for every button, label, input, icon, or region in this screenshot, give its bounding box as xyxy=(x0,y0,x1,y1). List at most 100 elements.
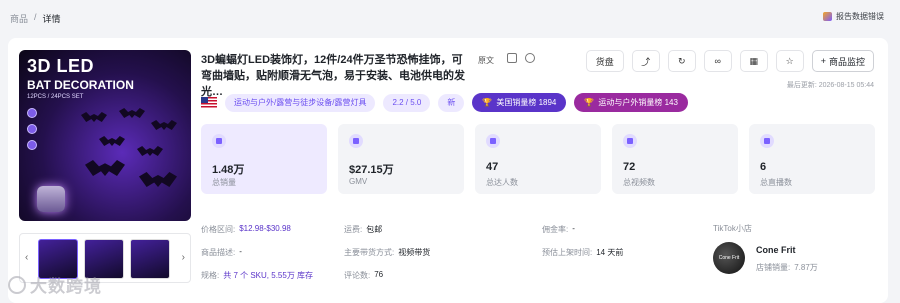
feature-icon xyxy=(27,108,37,118)
bat-shape xyxy=(137,146,163,156)
shop-sales-value: 7.87万 xyxy=(794,263,818,272)
trophy-icon: 🏆 xyxy=(584,98,595,107)
stat-value: 1.48万 xyxy=(212,164,245,176)
price-value: $12.98-$30.98 xyxy=(239,224,291,233)
last-updated: 最后更新: 2026-08-15 05:44 xyxy=(786,82,874,89)
stat-card-gmv[interactable]: $27.15万 GMV xyxy=(338,124,464,194)
listed-label: 预估上架时间: xyxy=(542,248,593,257)
commission-value: - xyxy=(572,224,575,233)
top-bar: 商品 / 详情 报告数据错误 xyxy=(0,0,900,36)
link-icon[interactable]: ∞ xyxy=(703,50,732,72)
thumbnail[interactable] xyxy=(130,239,170,279)
stat-label: GMV xyxy=(349,177,368,186)
hero-caption: 12PCS / 24PCS SET xyxy=(27,94,84,100)
shop-avatar[interactable]: Cone Frit xyxy=(713,242,745,274)
shipping-value: 包邮 xyxy=(366,225,383,234)
spec-label: 规格: xyxy=(201,271,220,280)
stat-value: 72 xyxy=(623,161,636,173)
chevron-left-icon[interactable]: ‹ xyxy=(25,252,28,263)
breadcrumb-current: 详情 xyxy=(42,14,61,24)
video-icon xyxy=(623,134,637,148)
bat-shape xyxy=(151,120,177,130)
report-icon xyxy=(823,12,832,21)
battery-base xyxy=(37,186,65,212)
sales-method-label: 主要带货方式: xyxy=(344,248,395,257)
copy-icon[interactable] xyxy=(507,53,517,63)
info-shipping: 运费: 包邮 xyxy=(344,224,382,235)
us-flag-icon xyxy=(201,97,217,108)
monitor-button[interactable]: + 商品监控 xyxy=(811,50,874,72)
breadcrumb-parent[interactable]: 商品 xyxy=(10,12,28,25)
shop-sales: 店铺销量: 7.87万 xyxy=(756,262,818,273)
new-tag: 新 xyxy=(438,93,465,112)
stat-value: $27.15万 xyxy=(349,164,394,176)
info-price: 价格区间: $12.98-$30.98 xyxy=(201,224,291,235)
stats-row: 1.48万 总销量 $27.15万 GMV 47 总达人数 72 总视频数 6 … xyxy=(201,124,875,194)
product-main-image[interactable]: 3D LED BAT DECORATION 12PCS / 24PCS SET xyxy=(19,50,191,221)
trophy-icon: 🏆 xyxy=(482,98,493,107)
share-icon[interactable]: ⤴ xyxy=(631,50,660,72)
category-tag[interactable]: 运动与户外/露营与徒步设备/露营灯具 xyxy=(225,93,376,112)
description-value: - xyxy=(239,247,242,256)
info-sales-method: 主要带货方式: 视频带货 xyxy=(344,247,430,258)
translate-icon[interactable] xyxy=(525,53,535,63)
rating-tag: 2.2 / 5.0 xyxy=(383,93,431,112)
thumbs-up-icon xyxy=(212,134,226,148)
stat-value: 47 xyxy=(486,161,499,173)
price-label: 价格区间: xyxy=(201,225,236,234)
live-icon xyxy=(760,134,774,148)
star-icon[interactable]: ☆ xyxy=(775,50,804,72)
stat-label: 总视频数 xyxy=(623,178,655,187)
stat-card-sales[interactable]: 1.48万 总销量 xyxy=(201,124,327,194)
us-rank-label: 美国销量榜 1894 xyxy=(496,98,557,107)
info-commission: 佣金率: - xyxy=(542,224,575,235)
feature-icon xyxy=(27,124,37,134)
stat-label: 总达人数 xyxy=(486,178,518,187)
bat-shape xyxy=(81,112,107,122)
hero-subtitle: BAT DECORATION xyxy=(27,78,134,92)
original-text-button[interactable]: 原文 xyxy=(478,55,494,66)
qrcode-icon[interactable]: ▦ xyxy=(739,50,768,72)
info-spec: 规格: 共 7 个 SKU, 5.55万 库存 xyxy=(201,270,313,281)
category-rank-badge[interactable]: 🏆 运动与户外销量榜 143 xyxy=(574,93,688,112)
action-bar: 货盘 ⤴ ↻ ∞ ▦ ☆ + 商品监控 xyxy=(585,50,874,72)
reviews-value: 76 xyxy=(374,270,384,279)
plus-icon: + xyxy=(820,56,826,66)
breadcrumb: 商品 / 详情 xyxy=(10,12,61,25)
description-label: 商品描述: xyxy=(201,248,236,257)
info-listed-time: 预估上架时间: 14 天前 xyxy=(542,247,623,258)
chevron-right-icon[interactable]: › xyxy=(182,252,185,263)
stat-card-creators[interactable]: 47 总达人数 xyxy=(475,124,601,194)
breadcrumb-separator: / xyxy=(34,12,37,22)
tag-row: 运动与户外/露营与徒步设备/露营灯具 2.2 / 5.0 新 🏆 美国销量榜 1… xyxy=(201,93,688,112)
bat-shape xyxy=(85,160,125,176)
us-rank-badge[interactable]: 🏆 美国销量榜 1894 xyxy=(472,93,567,112)
commission-label: 佣金率: xyxy=(542,225,569,234)
shelf-button[interactable]: 货盘 xyxy=(585,50,624,72)
product-card: 3D LED BAT DECORATION 12PCS / 24PCS SET … xyxy=(8,38,888,303)
money-icon xyxy=(349,134,363,148)
stat-label: 总直播数 xyxy=(760,178,792,187)
stat-card-lives[interactable]: 6 总直播数 xyxy=(749,124,875,194)
watermark-logo: 大数跨境 xyxy=(8,272,102,297)
stat-card-videos[interactable]: 72 总视频数 xyxy=(612,124,738,194)
report-error-button[interactable]: 报告数据错误 xyxy=(823,11,884,22)
refresh-icon[interactable]: ↻ xyxy=(667,50,696,72)
report-label: 报告数据错误 xyxy=(836,12,884,21)
user-icon xyxy=(486,134,500,148)
monitor-label: 商品监控 xyxy=(828,56,865,67)
shop-header: TikTok小店 xyxy=(713,224,752,233)
shop-name[interactable]: Cone Frit xyxy=(756,245,796,255)
reviews-label: 评论数: xyxy=(344,271,371,280)
shipping-label: 运费: xyxy=(344,225,363,234)
info-description: 商品描述: - xyxy=(201,247,242,258)
feature-icon xyxy=(27,140,37,150)
spec-value[interactable]: 共 7 个 SKU, 5.55万 库存 xyxy=(223,270,313,281)
hero-title: 3D LED xyxy=(27,56,95,76)
listed-value: 14 天前 xyxy=(596,248,624,257)
category-rank-label: 运动与户外销量榜 143 xyxy=(598,98,678,107)
shop-sales-label: 店铺销量: xyxy=(756,263,791,272)
bat-shape xyxy=(139,172,177,187)
sales-method-value: 视频带货 xyxy=(398,248,431,257)
info-reviews: 评论数: 76 xyxy=(344,270,383,281)
